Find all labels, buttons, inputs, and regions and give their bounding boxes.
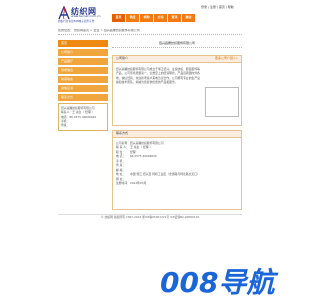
intro-text: 绍兴昌耀纺织服饰有限公司成立于浙江绍兴，主营纺织、服装服饰等产品，公司坚持质量第… bbox=[116, 67, 200, 84]
nav-item-purchase[interactable]: 求购 bbox=[140, 14, 153, 22]
logo-mark-icon bbox=[58, 6, 70, 20]
detail-row: 注册时间： 2012年03月 bbox=[116, 181, 200, 185]
nav-item-news[interactable]: 资讯 bbox=[168, 14, 181, 22]
nav-item-supply[interactable]: 供应 bbox=[126, 14, 139, 22]
sidebar-item-home[interactable]: 首页 bbox=[58, 40, 108, 47]
intro-panel: 公司简介 更多公司介绍>> 绍兴昌耀纺织服饰有限公司成立于浙江绍兴，主营纺织、服… bbox=[112, 55, 242, 126]
breadcrumb[interactable]: 您的位置： 纺织网首页 > 企业 > 绍兴昌耀纺织服饰有限公司 bbox=[58, 29, 242, 35]
sidebar-item-contact[interactable]: 联系方式 bbox=[58, 94, 108, 101]
sidebar-item-products[interactable]: 产品展厅 bbox=[58, 58, 108, 65]
nav-item-expo[interactable]: 展会 bbox=[182, 14, 195, 22]
watermark-logo: 008导航 bbox=[160, 266, 278, 299]
sidebar: 首页 公司简介 产品展厅 供求信息 新闻动态 资信证书 联系方式 绍兴昌耀纺织服… bbox=[58, 40, 108, 131]
detail-panel: 联系方式 公司名称： 绍兴昌耀纺织服饰有限公司 联 系 人：王 先生（ 经理 ） … bbox=[112, 130, 242, 210]
contact-phone: 86 0575 40006020 bbox=[69, 114, 97, 119]
sidebar-item-supply-demand[interactable]: 供求信息 bbox=[58, 67, 108, 74]
intro-more-link[interactable]: 更多公司介绍>> bbox=[215, 56, 238, 61]
sidebar-contact-box: 绍兴昌耀纺织服饰有限公司 联系人：王 先生（ 经理 ） 电话：86 0575 4… bbox=[58, 103, 108, 131]
sidebar-item-certificates[interactable]: 资信证书 bbox=[58, 85, 108, 92]
sidebar-item-profile[interactable]: 公司简介 bbox=[58, 49, 108, 56]
detail-key: 注册时间： bbox=[116, 181, 130, 186]
footer-copyright: © 纺织网 版权所有 1997-2019 浙ICP备05001321号 ICP证… bbox=[100, 215, 200, 219]
company-title: 绍兴昌耀纺织服饰有限公司 bbox=[112, 41, 242, 48]
top-links[interactable]: 登录 | 注册 | 首页 | 帮助 bbox=[201, 5, 234, 10]
main-nav: 首页 供应 求购 公司 资讯 展会 bbox=[112, 14, 195, 22]
detail-value: 86 0575 40006020 bbox=[130, 154, 157, 159]
detail-list: 公司名称： 绍兴昌耀纺织服饰有限公司 联 系 人：王 先生（ 经理 ） 职 位：经… bbox=[116, 141, 200, 186]
logo-tagline: 纺织行业专业B2B电子商务平台 bbox=[58, 20, 95, 23]
detail-panel-header: 联系方式 bbox=[113, 131, 241, 138]
detail-value: 2012年03月 bbox=[130, 181, 147, 186]
logo-domain: www.texnet.com.cn bbox=[71, 14, 101, 18]
intro-panel-title: 公司简介 bbox=[116, 56, 129, 61]
detail-value: 中国 浙江 绍兴县 柯桥工业区（金通路与柯北路交叉口） bbox=[130, 172, 200, 177]
detail-panel-title: 联系方式 bbox=[116, 131, 129, 136]
sidebar-item-news[interactable]: 新闻动态 bbox=[58, 76, 108, 83]
company-photo bbox=[205, 87, 239, 117]
nav-item-home[interactable]: 首页 bbox=[112, 14, 125, 22]
svg-text:008导航: 008导航 bbox=[160, 266, 278, 299]
intro-panel-header: 公司简介 更多公司介绍>> bbox=[113, 56, 241, 63]
site-logo[interactable]: 纺织网 www.texnet.com.cn 纺织行业专业B2B电子商务平台 bbox=[58, 6, 116, 24]
contact-fax-label: 传真： bbox=[61, 123, 70, 128]
nav-item-company[interactable]: 公司 bbox=[154, 14, 167, 22]
contact-fax-row: 传真： bbox=[61, 123, 105, 127]
